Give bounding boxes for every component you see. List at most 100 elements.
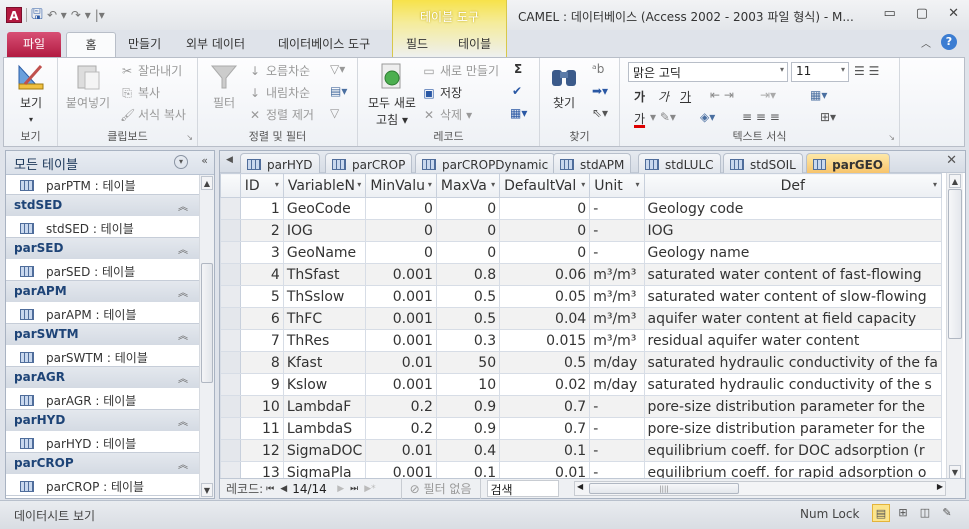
paragraph-icon[interactable]: ⇥▾ — [760, 88, 776, 102]
table-cell-id[interactable]: 4 — [239, 263, 284, 286]
table-row[interactable]: 5 ThSslow 0.001 0.5 0.05 m³/m³ saturated water… — [220, 285, 942, 308]
scroll-down-icon[interactable]: ▼ — [949, 465, 961, 479]
format-painter-button[interactable]: 🖌 서식 복사 — [120, 106, 186, 123]
maximize-button[interactable]: ▢ — [916, 6, 928, 21]
table-cell-defaultval[interactable]: 0.05 — [499, 285, 591, 308]
doc-tab-stdSOIL[interactable]: stdSOIL — [723, 153, 803, 173]
collapse-chevron-icon[interactable]: ︽ — [178, 413, 188, 428]
close-button[interactable]: ✕ — [948, 6, 959, 21]
table-cell-maxva[interactable]: 0 — [435, 219, 501, 242]
table-cell-maxva[interactable]: 0.3 — [435, 329, 501, 352]
table-row[interactable]: 12 SigmaDOC 0.01 0.4 0.1- equilibrium coeff. … — [220, 439, 942, 462]
selection-filter-icon[interactable]: ▽▾ — [330, 62, 345, 76]
doc-tab-parCROPDynamic[interactable]: parCROPDynamic — [415, 153, 556, 173]
previous-record-icon[interactable]: ◀ — [277, 484, 290, 494]
table-cell-minvalu[interactable]: 0.001 — [365, 307, 437, 330]
table-row[interactable]: 1 GeoCode 0 0 0- Geology code — [220, 197, 942, 220]
totals-button[interactable]: Σ — [514, 62, 522, 76]
table-cell-unit[interactable]: - — [589, 395, 645, 418]
fill-color-icon[interactable]: ◈▾ — [700, 110, 715, 124]
column-header-defaultvalue[interactable]: DefaultVal ▾ — [499, 173, 591, 198]
more-icon[interactable]: ▦▾ — [510, 106, 527, 120]
table-cell-maxva[interactable]: 10 — [435, 373, 501, 396]
table-cell-def[interactable]: saturated water content of fast-flowing — [643, 263, 942, 286]
filter-button[interactable]: 필터 — [204, 62, 244, 111]
refresh-all-button[interactable]: 모두 새로 고침 ▾ — [364, 62, 420, 128]
table-cell-maxva[interactable]: 0.9 — [435, 417, 501, 440]
select-icon[interactable]: ⇖▾ — [592, 106, 608, 120]
table-cell-def[interactable]: Geology name — [643, 241, 942, 264]
table-cell-maxva[interactable]: 0.9 — [435, 395, 501, 418]
collapse-chevron-icon[interactable]: ︽ — [178, 370, 188, 385]
undo-icon[interactable]: ↶ ▾ — [47, 7, 67, 23]
italic-button[interactable]: 가 — [658, 88, 669, 105]
table-row[interactable]: 4 ThSfast 0.001 0.8 0.06 m³/m³ saturated water… — [220, 263, 942, 286]
nav-group-parCROP[interactable]: parCROP ︽ — [6, 453, 200, 474]
table-row[interactable]: 9 Kslow 0.001 10 0.02 m/day saturated hydrauli… — [220, 373, 942, 396]
column-header-id[interactable]: ID ▾ — [239, 173, 284, 198]
table-cell-defaultval[interactable]: 0.04 — [499, 307, 591, 330]
bold-button[interactable]: 가 — [634, 88, 645, 105]
tab-table[interactable]: 테이블 — [448, 32, 501, 58]
gridlines-icon[interactable]: ▦▾ — [810, 88, 827, 102]
table-cell-minvalu[interactable]: 0.001 — [365, 329, 437, 352]
table-cell-unit[interactable]: m³/m³ — [589, 329, 645, 352]
scrollbar-thumb[interactable] — [201, 263, 213, 383]
table-cell-defaultval[interactable]: 0.06 — [499, 263, 591, 286]
table-row[interactable]: 11 LambdaS 0.2 0.9 0.7- pore-size distributio… — [220, 417, 942, 440]
row-selector[interactable] — [220, 417, 241, 440]
next-record-icon[interactable]: ▶ — [334, 484, 347, 494]
table-cell-variablen[interactable]: LambdaF — [282, 395, 367, 418]
table-cell-maxva[interactable]: 50 — [435, 351, 501, 374]
table-cell-unit[interactable]: - — [589, 417, 645, 440]
table-cell-unit[interactable]: m³/m³ — [589, 263, 645, 286]
row-selector[interactable] — [220, 373, 241, 396]
table-cell-id[interactable]: 10 — [239, 395, 284, 418]
collapse-chevron-icon[interactable]: ︽ — [178, 198, 188, 213]
pivottable-view-icon[interactable]: ⊞ — [894, 504, 912, 522]
table-cell-minvalu[interactable]: 0.2 — [365, 395, 437, 418]
nav-group-parSWTM[interactable]: parSWTM ︽ — [6, 324, 200, 345]
font-name-select[interactable]: 맑은 고딕 ▾ — [628, 62, 788, 82]
row-selector[interactable] — [220, 439, 241, 462]
table-cell-minvalu[interactable]: 0.001 — [365, 285, 437, 308]
nav-group-parAPM[interactable]: parAPM ︽ — [6, 281, 200, 302]
nav-item-stdSED[interactable]: stdSED : 테이블 — [6, 216, 200, 238]
collapse-chevron-icon[interactable]: ︽ — [178, 241, 188, 256]
table-cell-variablen[interactable]: IOG — [282, 219, 367, 242]
table-cell-minvalu[interactable]: 0.01 — [365, 439, 437, 462]
table-cell-unit[interactable]: - — [589, 241, 645, 264]
collapse-chevron-icon[interactable]: ︽ — [178, 456, 188, 471]
table-cell-variablen[interactable]: ThFC — [282, 307, 367, 330]
table-cell-def[interactable]: saturated water content of slow-flowing — [643, 285, 942, 308]
design-view-icon[interactable]: ✎ — [938, 504, 956, 522]
chevron-down-icon[interactable]: ▾ — [491, 180, 495, 189]
remove-sort-button[interactable]: ✕ 정렬 제거 — [248, 106, 314, 123]
minimize-ribbon-icon[interactable]: ︿ — [921, 35, 931, 50]
table-cell-defaultval[interactable]: 0.7 — [499, 395, 591, 418]
spelling-icon[interactable]: ✔ — [512, 84, 522, 98]
scroll-down-icon[interactable]: ▼ — [201, 483, 213, 497]
table-row[interactable]: 7 ThRes 0.001 0.3 0.015 m³/m³ residual aquifer… — [220, 329, 942, 352]
table-cell-variablen[interactable]: ThRes — [282, 329, 367, 352]
table-cell-variablen[interactable]: ThSslow — [282, 285, 367, 308]
cut-button[interactable]: ✂ 잘라내기 — [120, 62, 182, 79]
tab-file[interactable]: 파일 — [7, 32, 61, 58]
table-cell-defaultval[interactable]: 0.1 — [499, 439, 591, 462]
toggle-filter-icon[interactable]: ▽ — [330, 106, 339, 120]
column-header-variablename[interactable]: VariableN ▾ — [282, 173, 367, 198]
paste-button[interactable]: 붙여넣기 — [64, 62, 112, 111]
table-cell-maxva[interactable]: 0 — [435, 241, 501, 264]
table-cell-id[interactable]: 11 — [239, 417, 284, 440]
datasheet-view-icon[interactable]: ▤ — [872, 504, 890, 522]
copy-button[interactable]: ⎘ 복사 — [120, 84, 160, 101]
tab-fields[interactable]: 필드 — [396, 32, 438, 58]
row-selector[interactable] — [220, 395, 241, 418]
column-header-maxvalue[interactable]: MaxVa ▾ — [435, 173, 501, 198]
table-cell-unit[interactable]: - — [589, 219, 645, 242]
collapse-chevron-icon[interactable]: ︽ — [178, 327, 188, 342]
nav-item-parAGR[interactable]: parAGR : 테이블 — [6, 388, 200, 410]
table-cell-defaultval[interactable]: 0.5 — [499, 351, 591, 374]
customize-qat-icon[interactable]: |▾ — [95, 7, 105, 23]
table-cell-minvalu[interactable]: 0 — [365, 241, 437, 264]
